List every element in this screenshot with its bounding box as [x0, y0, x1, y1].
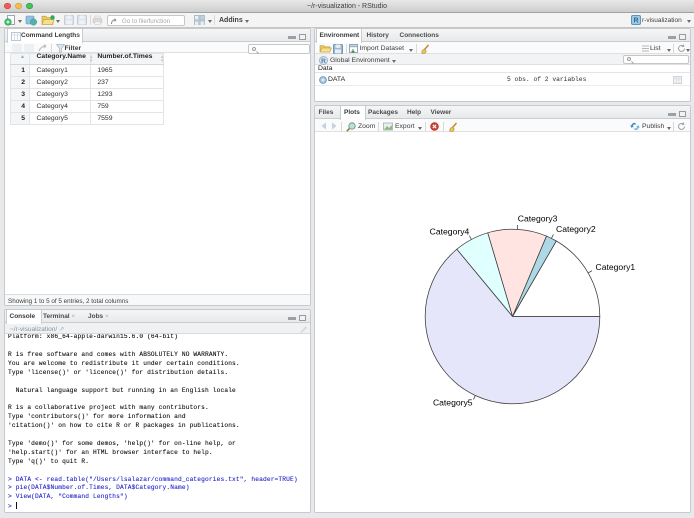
svg-text:R: R: [633, 18, 638, 25]
svg-text:R: R: [321, 58, 326, 65]
